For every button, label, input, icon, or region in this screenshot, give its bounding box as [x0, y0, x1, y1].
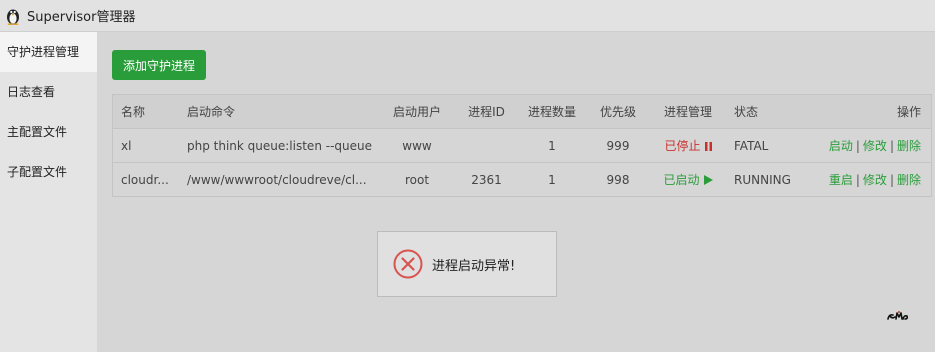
cell-priority: 999 [606, 138, 630, 153]
cell-pid: 2361 [471, 172, 502, 187]
cell-ops: 启动 | 修改 | 删除 [821, 129, 931, 163]
separator: | [889, 139, 894, 153]
cell-count: 1 [548, 138, 556, 153]
delete-link[interactable]: 删除 [897, 173, 921, 187]
header-command: 启动命令 [187, 105, 236, 119]
pause-icon[interactable] [704, 142, 712, 151]
header-pid: 进程ID [468, 105, 505, 119]
header-name: 名称 [121, 105, 146, 119]
cell-user: www [402, 138, 432, 153]
separator: | [855, 173, 860, 187]
cell-command: /www/wwwroot/cloudreve/cl... [187, 172, 367, 187]
cell-name: cloudr... [121, 172, 169, 187]
sidebar-item-sub-config[interactable]: 子配置文件 [0, 152, 97, 192]
cell-manage[interactable]: 已启动 [650, 163, 726, 197]
toast-message: 进程启动异常! [432, 258, 516, 274]
header-priority: 优先级 [599, 105, 636, 119]
delete-link[interactable]: 删除 [897, 139, 921, 153]
cell-manage[interactable]: 已停止 [650, 129, 726, 163]
header-ops: 操作 [896, 105, 921, 119]
table-row: xl php think queue:listen --queue www 1 … [113, 128, 931, 163]
sidebar: 守护进程管理 日志查看 主配置文件 子配置文件 [0, 32, 97, 352]
restart-link[interactable]: 重启 [829, 173, 853, 187]
header-manage: 进程管理 [663, 105, 712, 119]
header-count: 进程数量 [527, 105, 576, 119]
add-process-button[interactable]: 添加守护进程 [112, 50, 206, 80]
cell-count: 1 [548, 172, 556, 187]
main-content: 添加守护进程 名称 启动命令 启动用户 进程ID 进程数量 优先级 进程管理 状… [97, 32, 935, 352]
header-user: 启动用户 [392, 105, 441, 119]
error-circle-icon [393, 249, 423, 279]
brand-logo [887, 311, 909, 320]
sidebar-item-process-manager[interactable]: 守护进程管理 [0, 32, 97, 72]
title-bar: Supervisor管理器 [0, 0, 935, 32]
cell-priority: 998 [606, 172, 630, 187]
process-table: 名称 启动命令 启动用户 进程ID 进程数量 优先级 进程管理 状态 操作 xl… [112, 94, 932, 197]
cell-ops: 重启 | 修改 | 删除 [821, 163, 931, 197]
process-state-label: 已停止 [664, 139, 701, 153]
play-icon[interactable] [703, 175, 713, 185]
header-status: 状态 [734, 105, 759, 119]
sidebar-item-log-viewer[interactable]: 日志查看 [0, 72, 97, 112]
app-title: Supervisor管理器 [27, 10, 136, 25]
table-row: cloudr... /www/wwwroot/cloudreve/cl... r… [113, 162, 931, 197]
separator: | [855, 139, 860, 153]
cell-user: root [404, 172, 430, 187]
separator: | [889, 173, 894, 187]
edit-link[interactable]: 修改 [863, 173, 887, 187]
cell-status: RUNNING [734, 172, 791, 187]
cell-pid [455, 129, 518, 163]
start-link[interactable]: 启动 [829, 139, 853, 153]
table-header-row: 名称 启动命令 启动用户 进程ID 进程数量 优先级 进程管理 状态 操作 [113, 95, 931, 129]
error-toast: 进程启动异常! [377, 231, 557, 297]
penguin-icon [7, 9, 19, 25]
cell-status: FATAL [734, 138, 769, 153]
cell-name: xl [121, 138, 132, 153]
cell-command: php think queue:listen --queue [187, 138, 372, 153]
process-state-label: 已启动 [663, 173, 700, 187]
edit-link[interactable]: 修改 [863, 139, 887, 153]
sidebar-item-main-config[interactable]: 主配置文件 [0, 112, 97, 152]
